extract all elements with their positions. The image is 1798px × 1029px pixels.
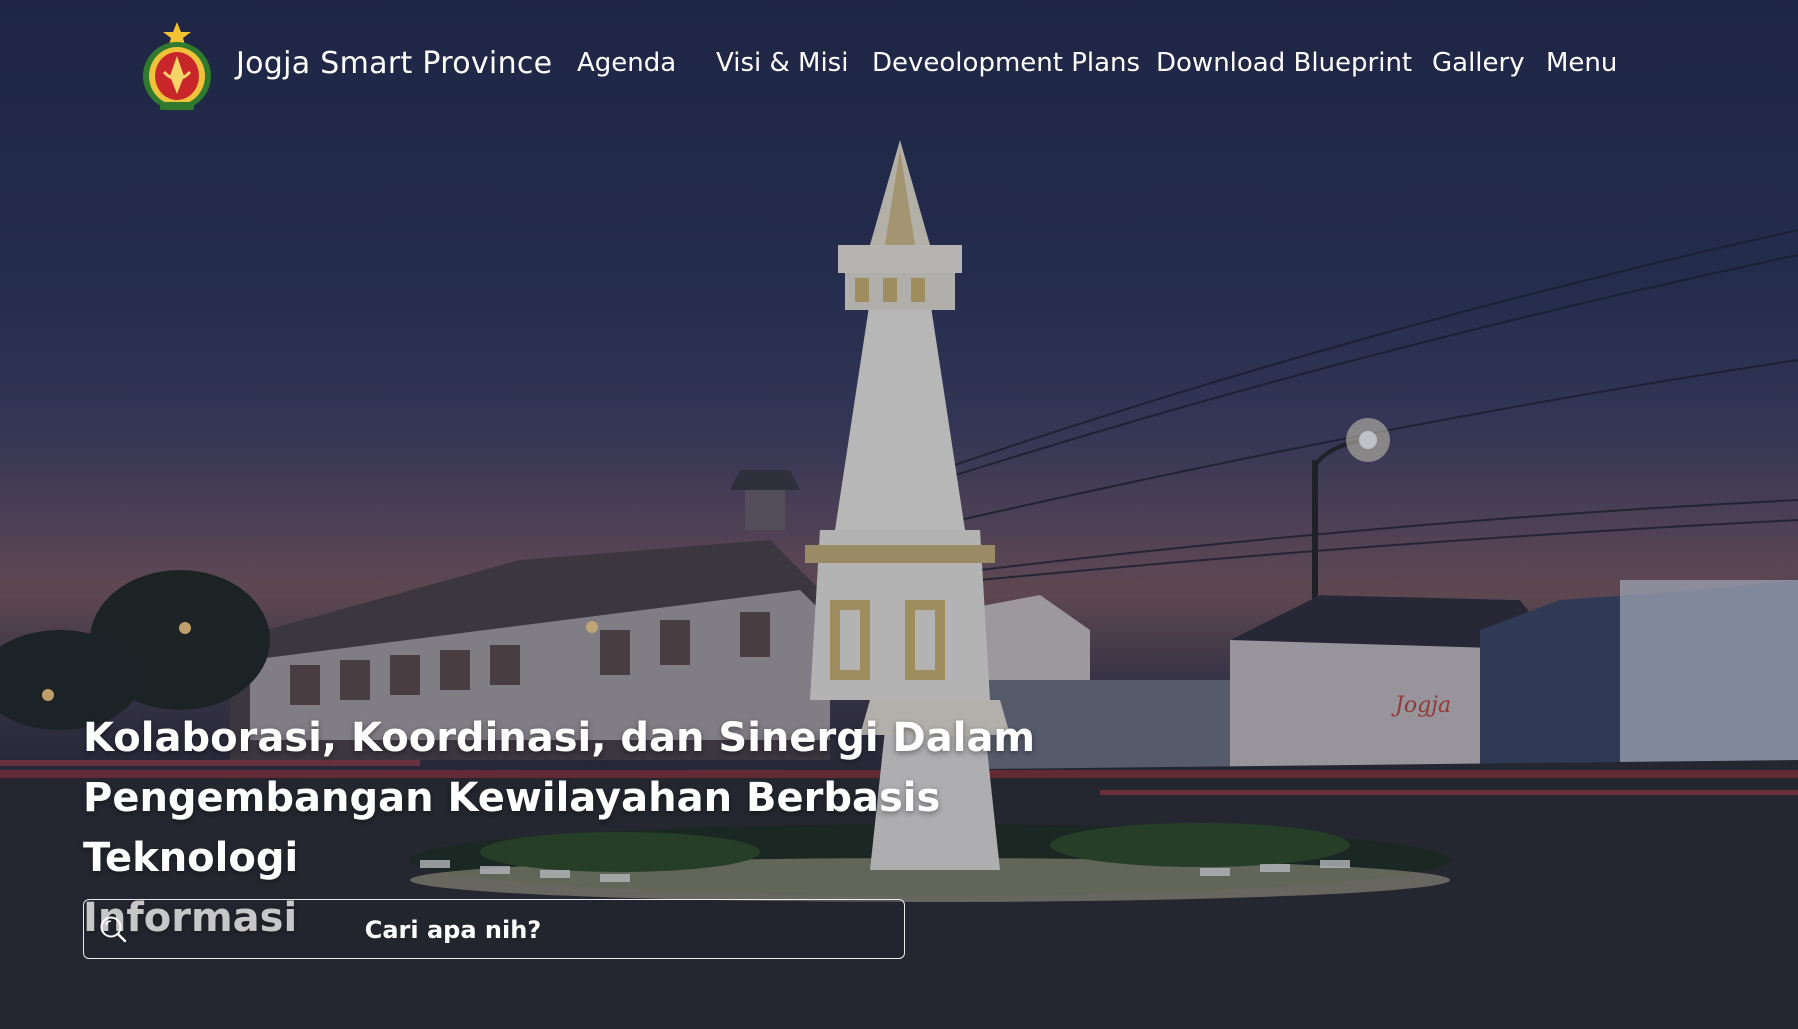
nav-download-blueprint[interactable]: Download Blueprint xyxy=(1156,48,1412,78)
hero-headline-line-2: Pengembangan Kewilayahan Berbasis Teknol… xyxy=(83,775,941,881)
jogja-coat-of-arms-icon[interactable] xyxy=(140,22,214,114)
nav-development-plans[interactable]: Deveolopment Plans xyxy=(872,48,1140,78)
search-icon[interactable] xyxy=(98,914,128,944)
search-bar[interactable] xyxy=(83,899,905,960)
nav-menu[interactable]: Menu xyxy=(1546,48,1617,78)
hero-headline-line-1: Kolaborasi, Koordinasi, dan Sinergi Dala… xyxy=(83,715,1036,761)
nav-visi-misi[interactable]: Visi & Misi xyxy=(716,48,848,78)
search-input[interactable] xyxy=(144,900,890,960)
nav-gallery[interactable]: Gallery xyxy=(1432,48,1525,78)
nav-agenda[interactable]: Agenda xyxy=(577,48,676,78)
brand-title[interactable]: Jogja Smart Province xyxy=(236,46,552,81)
